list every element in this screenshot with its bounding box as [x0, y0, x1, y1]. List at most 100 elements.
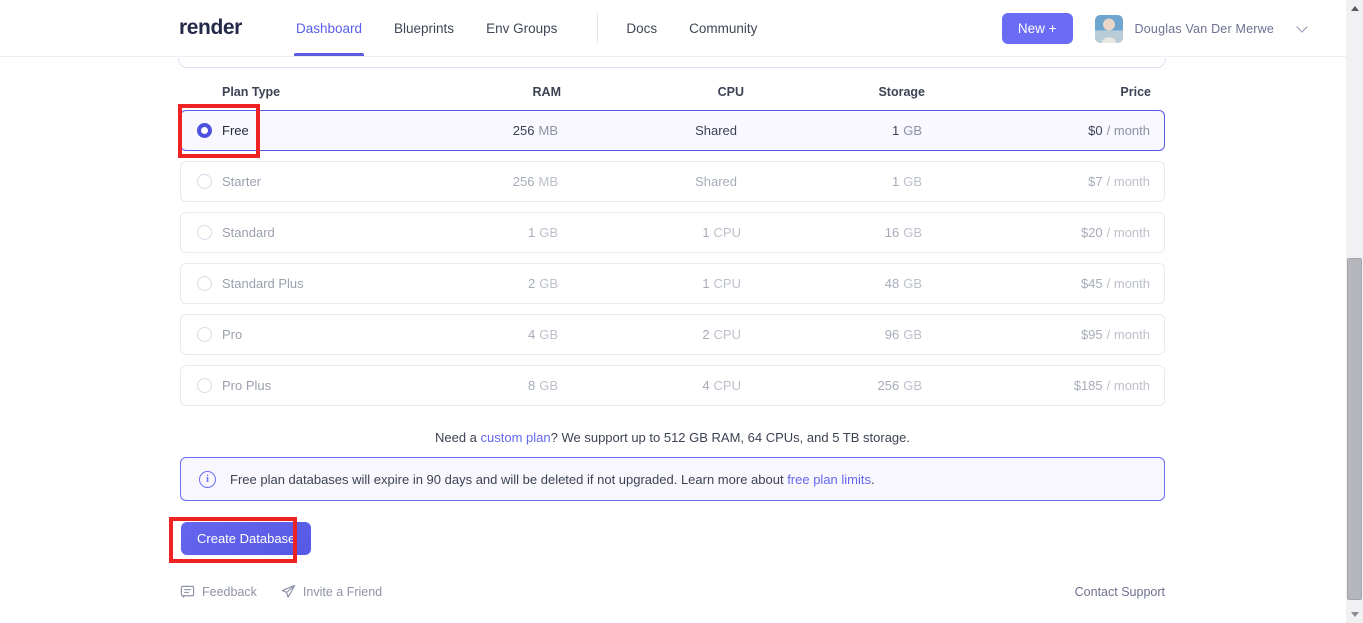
- plan-name: Starter: [222, 174, 261, 189]
- nav-tab-dashboard[interactable]: Dashboard: [296, 0, 362, 56]
- ram-value: 256: [513, 123, 535, 138]
- plan-row-standard-plus[interactable]: Standard Plus 2GB 1CPU 48GB $45/ month: [180, 263, 1165, 304]
- avatar[interactable]: [1095, 15, 1123, 43]
- top-navbar: render Dashboard Blueprints Env Groups D…: [0, 0, 1346, 57]
- storage-value: 1: [892, 123, 899, 138]
- nav-tab-env-groups[interactable]: Env Groups: [486, 0, 557, 56]
- plan-row-starter[interactable]: Starter 256MB Shared 1GB $7/ month: [180, 161, 1165, 202]
- price-value: $45: [1081, 276, 1103, 291]
- radio-unselected-icon[interactable]: [197, 327, 212, 342]
- scrollbar-thumb[interactable]: [1347, 258, 1362, 600]
- cpu-value: 1: [702, 225, 709, 240]
- contact-support-link[interactable]: Contact Support: [1075, 585, 1165, 599]
- ram-unit: MB: [539, 123, 559, 138]
- storage-unit: GB: [903, 174, 922, 189]
- free-plan-limits-link[interactable]: free plan limits: [787, 472, 871, 487]
- custom-plan-note: Need a custom plan? We support up to 512…: [180, 430, 1165, 445]
- price-value: $7: [1088, 174, 1102, 189]
- storage-value: 48: [885, 276, 899, 291]
- radio-unselected-icon[interactable]: [197, 276, 212, 291]
- storage-value: 256: [878, 378, 900, 393]
- page-footer: Feedback Invite a Friend Contact Support: [180, 584, 1165, 599]
- plan-row-pro[interactable]: Pro 4 GB 2 CPU 96 GB $95 / month: [180, 314, 1165, 355]
- radio-unselected-icon[interactable]: [197, 174, 212, 189]
- storage-value: 96: [885, 327, 899, 342]
- plan-row-free[interactable]: Free 256 MB Shared 1 GB $0 / month: [180, 110, 1165, 151]
- column-header-ram: RAM: [385, 85, 561, 99]
- storage-value: 1: [892, 174, 899, 189]
- price-value: $95: [1081, 327, 1103, 342]
- plan-name: Standard Plus: [222, 276, 304, 291]
- cpu-unit: CPU: [714, 327, 741, 342]
- plan-row-pro-plus[interactable]: Pro Plus 8GB 4CPU 256GB $185/ month: [180, 365, 1165, 406]
- invite-friend-link[interactable]: Invite a Friend: [281, 584, 382, 599]
- ram-unit: GB: [539, 225, 558, 240]
- radio-unselected-icon[interactable]: [197, 225, 212, 240]
- main-nav: Dashboard Blueprints Env Groups Docs Com…: [296, 0, 789, 56]
- scroll-down-arrow-icon[interactable]: [1346, 606, 1363, 623]
- notice-text-post: .: [871, 472, 875, 487]
- ram-value: 4: [528, 327, 535, 342]
- plan-name: Pro Plus: [222, 378, 271, 393]
- cpu-unit: CPU: [714, 276, 741, 291]
- radio-unselected-icon[interactable]: [197, 378, 212, 393]
- plan-row-standard[interactable]: Standard 1GB 1CPU 16GB $20/ month: [180, 212, 1165, 253]
- feedback-label: Feedback: [202, 585, 257, 599]
- nav-tab-community[interactable]: Community: [689, 0, 757, 56]
- cpu-value: 2: [702, 327, 709, 342]
- render-logo[interactable]: render: [179, 16, 242, 40]
- notice-text: Free plan databases will expire in 90 da…: [230, 472, 875, 487]
- ram-unit: GB: [539, 378, 558, 393]
- price-value: $0: [1088, 123, 1102, 138]
- plan-name: Pro: [222, 327, 242, 342]
- plan-name: Free: [222, 123, 249, 138]
- notice-text-pre: Free plan databases will expire in 90 da…: [230, 472, 787, 487]
- plan-name: Standard: [222, 225, 275, 240]
- price-unit: / month: [1107, 327, 1150, 342]
- feedback-link[interactable]: Feedback: [180, 584, 257, 599]
- nav-tab-blueprints[interactable]: Blueprints: [394, 0, 454, 56]
- price-unit: / month: [1107, 225, 1150, 240]
- ram-unit: GB: [539, 327, 558, 342]
- radio-selected-icon[interactable]: [197, 123, 212, 138]
- ram-unit: MB: [539, 174, 559, 189]
- storage-value: 16: [885, 225, 899, 240]
- cpu-unit: CPU: [714, 378, 741, 393]
- paper-plane-icon: [281, 584, 296, 599]
- custom-plan-text-post: ? We support up to 512 GB RAM, 64 CPUs, …: [551, 430, 910, 445]
- invite-friend-label: Invite a Friend: [303, 585, 382, 599]
- feedback-speech-bubble-icon: [180, 584, 195, 599]
- column-header-cpu: CPU: [561, 85, 744, 99]
- ram-value: 1: [528, 225, 535, 240]
- storage-unit: GB: [903, 123, 922, 138]
- free-plan-notice-banner: i Free plan databases will expire in 90 …: [180, 457, 1165, 501]
- price-unit: / month: [1107, 174, 1150, 189]
- create-database-button[interactable]: Create Database: [181, 522, 311, 555]
- price-value: $20: [1081, 225, 1103, 240]
- cpu-value: 1: [702, 276, 709, 291]
- custom-plan-link[interactable]: custom plan: [481, 430, 551, 445]
- scroll-up-arrow-icon[interactable]: [1346, 0, 1363, 17]
- storage-unit: GB: [903, 276, 922, 291]
- column-header-price: Price: [925, 85, 1151, 99]
- price-unit: / month: [1107, 276, 1150, 291]
- price-value: $185: [1074, 378, 1103, 393]
- nav-divider: [597, 13, 598, 43]
- user-menu[interactable]: Douglas Van Der Merwe: [1073, 15, 1306, 43]
- vertical-scrollbar[interactable]: [1346, 0, 1363, 623]
- cpu-value: 4: [702, 378, 709, 393]
- storage-unit: GB: [903, 225, 922, 240]
- cpu-value: Shared: [695, 123, 737, 138]
- new-button[interactable]: New +: [1002, 13, 1073, 44]
- storage-unit: GB: [903, 378, 922, 393]
- storage-unit: GB: [903, 327, 922, 342]
- column-header-plan-type: Plan Type: [200, 85, 385, 99]
- ram-value: 256: [513, 174, 535, 189]
- price-unit: / month: [1107, 123, 1150, 138]
- ram-value: 2: [528, 276, 535, 291]
- chevron-down-icon[interactable]: [1296, 21, 1307, 32]
- nav-tab-docs[interactable]: Docs: [626, 0, 657, 56]
- custom-plan-text-pre: Need a: [435, 430, 481, 445]
- price-unit: / month: [1107, 378, 1150, 393]
- plan-selection-section: Plan Type RAM CPU Storage Price Free 256…: [180, 57, 1165, 599]
